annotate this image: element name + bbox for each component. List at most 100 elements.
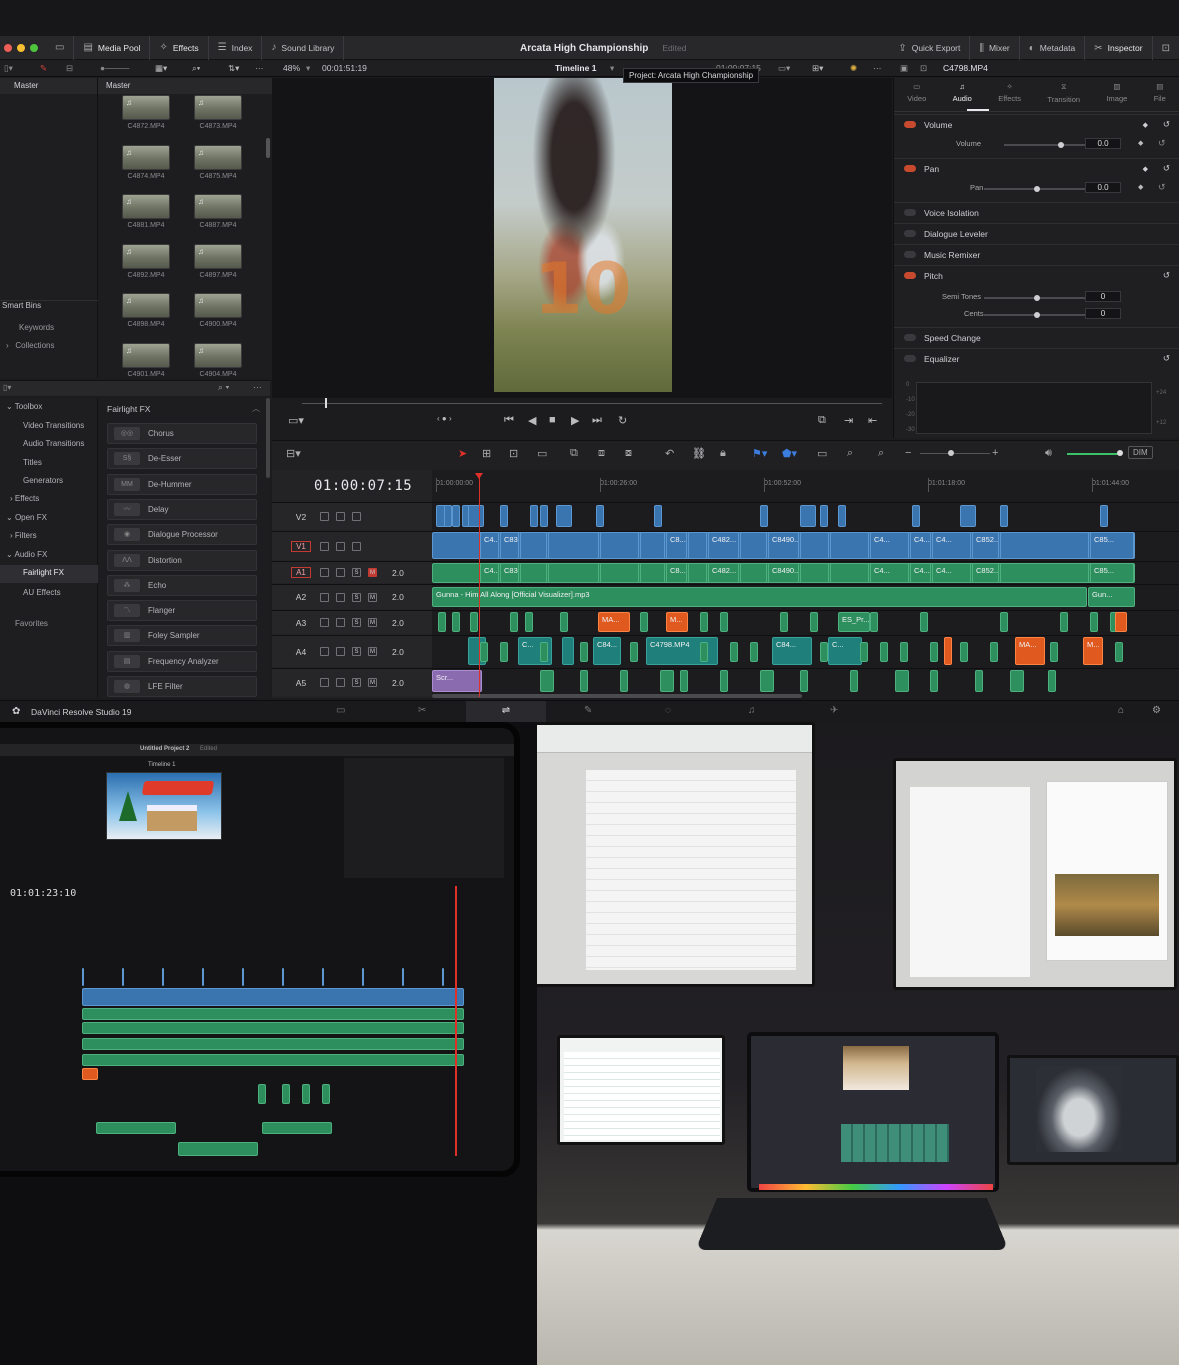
voice-isolation-toggle[interactable] bbox=[904, 209, 916, 216]
insert-icon[interactable]: ⧉ bbox=[570, 447, 578, 460]
grid-view-icon[interactable]: ▦▾ bbox=[155, 63, 167, 74]
track-auto-select-icon[interactable] bbox=[336, 568, 345, 577]
lock-icon[interactable]: 🔒︎ bbox=[720, 447, 726, 460]
track-mute-button[interactable]: M bbox=[368, 568, 377, 577]
collapse-icon[interactable]: ︿ bbox=[252, 403, 260, 414]
a3-clip[interactable] bbox=[560, 612, 568, 632]
viewer-more-icon[interactable]: ··· bbox=[873, 63, 882, 73]
track-auto-select-icon[interactable] bbox=[336, 512, 345, 521]
volume-meter-slider[interactable] bbox=[1067, 450, 1123, 456]
a3-clip[interactable] bbox=[700, 612, 708, 632]
media-clip-thumbnail[interactable] bbox=[194, 144, 242, 170]
pan-value[interactable]: 0.0 bbox=[1085, 182, 1121, 193]
tree-generators[interactable]: Generators bbox=[23, 476, 63, 485]
v2-clip[interactable] bbox=[444, 505, 452, 527]
v1-clip[interactable]: C4... bbox=[910, 532, 931, 559]
edit-page-icon[interactable]: ⇌ bbox=[466, 701, 546, 723]
fx-item[interactable]: ᐱᐱ Distortion bbox=[107, 549, 257, 571]
fx-item[interactable]: ▥ Foley Sampler bbox=[107, 625, 257, 647]
fx-item[interactable]: ◎◎ Chorus bbox=[107, 423, 257, 444]
a1-clip[interactable]: C8... bbox=[666, 563, 687, 583]
fullscreen-button[interactable]: ⊡ bbox=[1153, 36, 1179, 60]
tree-audio-transitions[interactable]: Audio Transitions bbox=[23, 439, 84, 448]
a1-clip[interactable]: C4... bbox=[870, 563, 909, 583]
v2-clip[interactable] bbox=[654, 505, 662, 527]
speed-change-toggle[interactable] bbox=[904, 334, 916, 341]
v1-clip[interactable] bbox=[520, 532, 547, 559]
fairlight-page-icon[interactable]: ♫ bbox=[748, 705, 756, 716]
tab-image[interactable]: ▨ Image bbox=[1106, 82, 1127, 111]
media-clip-thumbnail[interactable] bbox=[194, 342, 242, 368]
replace-icon[interactable]: ⧇ bbox=[625, 447, 632, 460]
skip-start-icon[interactable]: ⏮ bbox=[504, 414, 514, 427]
v1-clip[interactable]: C85... bbox=[1090, 532, 1134, 559]
a4-clip[interactable] bbox=[730, 642, 738, 662]
panel-toggle-button[interactable]: ▭ bbox=[46, 35, 75, 60]
reset-icon[interactable]: ↺ bbox=[1163, 270, 1170, 281]
volume-toggle[interactable] bbox=[904, 121, 916, 128]
play-icon[interactable]: ▶ bbox=[571, 414, 579, 427]
v1-clip[interactable] bbox=[548, 532, 599, 559]
jog-control[interactable]: ‹ ● › bbox=[437, 414, 452, 423]
pan-keyframe-icon[interactable]: ◆ bbox=[1138, 183, 1143, 191]
a4-clip[interactable] bbox=[900, 642, 908, 662]
media-clip-thumbnail[interactable] bbox=[194, 194, 242, 219]
a1-clip[interactable]: C85... bbox=[1090, 563, 1134, 583]
track-visibility-icon[interactable] bbox=[352, 512, 361, 521]
sidebar-toggle-icon[interactable]: ▯▾ bbox=[4, 63, 13, 74]
mixer-button[interactable]: ⫼ Mixer bbox=[970, 36, 1020, 60]
track-lock-icon[interactable] bbox=[320, 647, 329, 656]
fusion-page-icon[interactable]: ✎ bbox=[584, 705, 592, 716]
track-solo-button[interactable]: S bbox=[352, 678, 361, 687]
speaker-icon[interactable]: 🔊︎ bbox=[1045, 447, 1052, 460]
track-mute-button[interactable]: M bbox=[368, 678, 377, 687]
a5-clip[interactable] bbox=[620, 670, 628, 692]
a1-clip[interactable]: C4... bbox=[910, 563, 931, 583]
v1-clip[interactable]: C8... bbox=[666, 532, 687, 559]
scrubber-track[interactable] bbox=[302, 403, 882, 404]
track-auto-select-icon[interactable] bbox=[336, 541, 345, 551]
a5-clip[interactable] bbox=[540, 670, 554, 692]
a5-clip[interactable] bbox=[800, 670, 808, 692]
fx-item[interactable]: ⁂ Echo bbox=[107, 574, 257, 596]
a3-clip[interactable] bbox=[640, 612, 648, 632]
trim-tool-icon[interactable]: ⊞ bbox=[482, 447, 491, 460]
match-frame-icon[interactable]: ⧉ bbox=[818, 414, 826, 427]
v2-clip[interactable] bbox=[556, 505, 572, 527]
skip-end-icon[interactable]: ⏭ bbox=[592, 414, 602, 427]
a5-clip[interactable] bbox=[1048, 670, 1056, 692]
fx-item[interactable]: ◉ Dialogue Processor bbox=[107, 524, 257, 546]
next-clip-icon[interactable]: ⇥ bbox=[844, 414, 853, 427]
a1-clip[interactable]: C4... bbox=[480, 563, 499, 583]
smart-bin-collections[interactable]: › Collections bbox=[6, 341, 54, 350]
tab-effects[interactable]: ✧ Effects bbox=[998, 82, 1021, 111]
a3-clip[interactable] bbox=[720, 612, 728, 632]
a4-clip[interactable] bbox=[562, 637, 574, 665]
voice-isolation-section[interactable]: Voice Isolation bbox=[894, 202, 1179, 222]
v2-clip[interactable] bbox=[1000, 505, 1008, 527]
dialogue-leveler-toggle[interactable] bbox=[904, 230, 916, 237]
track-lock-icon[interactable] bbox=[320, 592, 329, 602]
track-solo-button[interactable]: S bbox=[352, 568, 361, 577]
tab-file[interactable]: ▤ File bbox=[1154, 82, 1166, 111]
zoom-in-icon[interactable]: + bbox=[992, 447, 998, 459]
media-clip-thumbnail[interactable] bbox=[122, 194, 170, 219]
loop-icon[interactable]: ↻ bbox=[618, 414, 627, 427]
a1-clip[interactable]: C8490... bbox=[768, 563, 799, 583]
a5-clip[interactable] bbox=[720, 670, 728, 692]
cents-knob[interactable] bbox=[1034, 312, 1040, 318]
a4-sfx-clip[interactable]: M... bbox=[1083, 637, 1103, 665]
marker-icon[interactable]: ⬟▾ bbox=[782, 447, 797, 460]
a1-clip[interactable] bbox=[800, 563, 829, 583]
more-options-icon[interactable]: ··· bbox=[255, 63, 264, 73]
dynamic-trim-icon[interactable]: ⊡ bbox=[509, 447, 518, 460]
track-lock-icon[interactable] bbox=[320, 618, 329, 627]
tab-video[interactable]: ▭ Video bbox=[907, 82, 926, 111]
track-auto-select-icon[interactable] bbox=[336, 678, 345, 687]
tree-audio-fx[interactable]: ⌄ Audio FX bbox=[6, 550, 47, 559]
v1-clip[interactable] bbox=[1000, 532, 1089, 559]
track-name[interactable]: A1 bbox=[291, 567, 311, 578]
a5-clip[interactable] bbox=[680, 670, 688, 692]
cents-slider[interactable] bbox=[984, 312, 1094, 318]
music-remixer-section[interactable]: Music Remixer bbox=[894, 244, 1179, 264]
